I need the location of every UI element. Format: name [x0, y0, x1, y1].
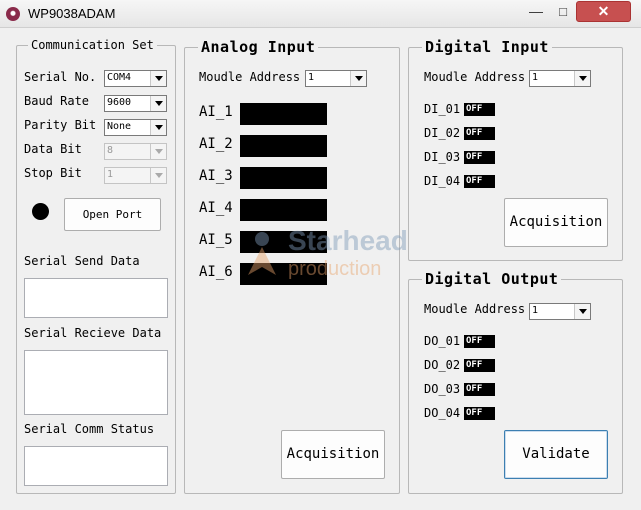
stop-bit-value: 1: [107, 169, 114, 180]
digital-input-label: Digital Input: [422, 38, 552, 56]
watermark-text-production: production: [288, 258, 382, 280]
serial-recieve-data-label: Serial Recieve Data: [24, 326, 162, 340]
chevron-down-icon[interactable]: [574, 304, 590, 319]
parity-bit-select[interactable]: None: [104, 119, 167, 136]
do-module-address-value: 1: [532, 305, 539, 316]
watermark-text-starhead: Starhead: [288, 225, 408, 256]
validate-button[interactable]: Validate: [504, 430, 608, 479]
do-module-address-label: Moudle Address: [424, 302, 526, 316]
serial-comm-status-label: Serial Comm Status: [24, 422, 155, 436]
ai-channel-label: AI_1: [199, 104, 233, 120]
baud-rate-value: 9600: [107, 97, 132, 108]
di-acquisition-button[interactable]: Acquisition: [504, 198, 608, 247]
baud-rate-select[interactable]: 9600: [104, 95, 167, 112]
analog-input-label: Analog Input: [198, 38, 319, 56]
stop-bit-select: 1: [104, 167, 167, 184]
parity-bit-value: None: [107, 121, 132, 132]
ai-channel-label: AI_2: [199, 136, 233, 152]
do-channel-label: DO_03: [424, 382, 461, 396]
data-bit-select: 8: [104, 143, 167, 160]
ai-module-address-value: 1: [308, 72, 315, 83]
data-bit-label: Data Bit: [24, 142, 82, 156]
port-status-led: [32, 203, 49, 220]
serial-no-select[interactable]: COM4: [104, 70, 167, 87]
ai-channel-label: AI_5: [199, 232, 233, 248]
starhead-watermark: Starhead production: [240, 225, 430, 285]
serial-no-label: Serial No.: [24, 70, 97, 84]
chevron-down-icon[interactable]: [350, 71, 366, 86]
ai-acquisition-button[interactable]: Acquisition: [281, 430, 385, 479]
do-status-indicator[interactable]: OFF: [464, 359, 495, 372]
minimize-button[interactable]: —: [523, 2, 549, 22]
di-status-indicator: OFF: [464, 175, 495, 188]
do-module-address-select[interactable]: 1: [529, 303, 591, 320]
di-status-indicator: OFF: [464, 151, 495, 164]
di-channel-label: DI_01: [424, 102, 461, 116]
chevron-down-icon[interactable]: [150, 96, 166, 111]
serial-send-data-label: Serial Send Data: [24, 254, 140, 268]
ai-channel-label: AI_4: [199, 200, 233, 216]
watermark-logo-icon: [248, 232, 276, 275]
chevron-down-icon: [150, 144, 166, 159]
open-port-button[interactable]: Open Port: [64, 198, 161, 231]
di-channel-label: DI_03: [424, 150, 461, 164]
ai-value-display: [240, 167, 327, 189]
di-channel-label: DI_04: [424, 174, 461, 188]
di-channel-label: DI_02: [424, 126, 461, 140]
close-button[interactable]: ✕: [576, 1, 631, 22]
maximize-button[interactable]: □: [550, 2, 576, 22]
window-title: WP9038ADAM: [28, 6, 116, 21]
chevron-down-icon[interactable]: [574, 71, 590, 86]
do-status-indicator[interactable]: OFF: [464, 407, 495, 420]
ai-module-address-select[interactable]: 1: [305, 70, 367, 87]
ai-module-address-label: Moudle Address: [199, 70, 301, 84]
ai-value-display: [240, 103, 327, 125]
serial-recieve-data-field[interactable]: [24, 350, 168, 415]
stop-bit-label: Stop Bit: [24, 166, 82, 180]
serial-no-value: COM4: [107, 72, 132, 83]
chevron-down-icon: [150, 168, 166, 183]
do-status-indicator[interactable]: OFF: [464, 383, 495, 396]
di-module-address-value: 1: [532, 72, 539, 83]
app-icon: [6, 7, 20, 21]
di-module-address-label: Moudle Address: [424, 70, 526, 84]
ai-channel-label: AI_3: [199, 168, 233, 184]
data-bit-value: 8: [107, 145, 114, 156]
do-channel-label: DO_01: [424, 334, 461, 348]
ai-channel-label: AI_6: [199, 264, 233, 280]
chevron-down-icon[interactable]: [150, 120, 166, 135]
parity-bit-label: Parity Bit: [24, 118, 97, 132]
baud-rate-label: Baud Rate: [24, 94, 90, 108]
do-channel-label: DO_02: [424, 358, 461, 372]
do-channel-label: DO_04: [424, 406, 461, 420]
serial-comm-status-field[interactable]: [24, 446, 168, 486]
di-module-address-select[interactable]: 1: [529, 70, 591, 87]
digital-output-label: Digital Output: [422, 270, 562, 288]
ai-value-display: [240, 135, 327, 157]
serial-send-data-field[interactable]: [24, 278, 168, 318]
chevron-down-icon[interactable]: [150, 71, 166, 86]
ai-value-display: [240, 199, 327, 221]
communication-set-label: Communication Set: [28, 38, 157, 52]
di-status-indicator: OFF: [464, 127, 495, 140]
di-status-indicator: OFF: [464, 103, 495, 116]
do-status-indicator[interactable]: OFF: [464, 335, 495, 348]
